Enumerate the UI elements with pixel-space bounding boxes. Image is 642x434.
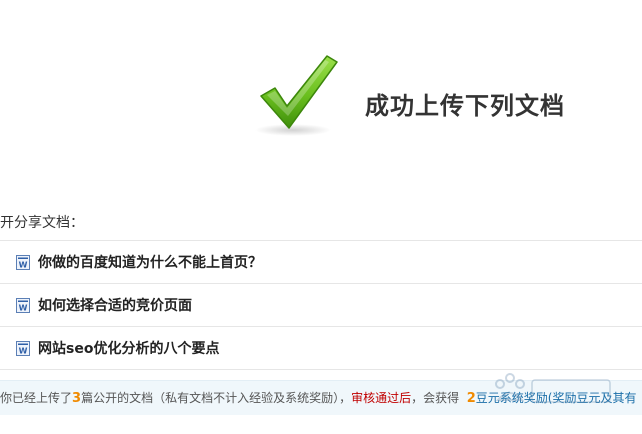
svg-text:W: W <box>19 346 28 355</box>
status-prefix: 你已经上传了 <box>0 391 73 405</box>
upload-status-message: 你已经上传了3篇公开的文档（私有文档不计入经验及系统奖励），审核通过后，会获得 … <box>0 380 642 415</box>
word-doc-icon: W <box>16 254 30 270</box>
public-docs-label: 开分享文档： <box>0 215 84 231</box>
review-notice: 审核通过后 <box>351 391 412 405</box>
document-item[interactable]: W 你做的百度知道为什么不能上首页？ <box>0 241 642 284</box>
word-doc-icon: W <box>16 297 30 313</box>
document-item[interactable]: W 网站seo优化分析的八个要点 <box>0 327 642 370</box>
success-title: 成功上传下列文档 <box>365 92 565 120</box>
status-suffix: 豆元系统奖励(奖励豆元及其有 <box>475 391 637 405</box>
uploaded-document-list: W 你做的百度知道为什么不能上首页？ W 如何选择合适的竞价页面 W 网站seo… <box>0 240 642 370</box>
upload-success-page: 成功上传下列文档 开分享文档： W 你做的百度知道为什么不能上首页？ W 如何选… <box>0 0 642 434</box>
upload-count: 3 <box>72 391 82 406</box>
success-header: 成功上传下列文档 <box>245 50 605 140</box>
svg-text:W: W <box>19 260 28 269</box>
svg-text:W: W <box>19 303 28 312</box>
status-middle: 篇公开的文档（私有文档不计入经验及系统奖励）， <box>81 391 352 405</box>
checkmark-icon <box>255 55 338 136</box>
reward-points: 2 <box>466 391 476 406</box>
status-gain: ，会获得 <box>411 391 460 405</box>
document-title: 网站seo优化分析的八个要点 <box>38 341 220 357</box>
document-title: 你做的百度知道为什么不能上首页？ <box>38 255 262 271</box>
document-title: 如何选择合适的竞价页面 <box>38 298 192 314</box>
document-item[interactable]: W 如何选择合适的竞价页面 <box>0 284 642 327</box>
word-doc-icon: W <box>16 340 30 356</box>
